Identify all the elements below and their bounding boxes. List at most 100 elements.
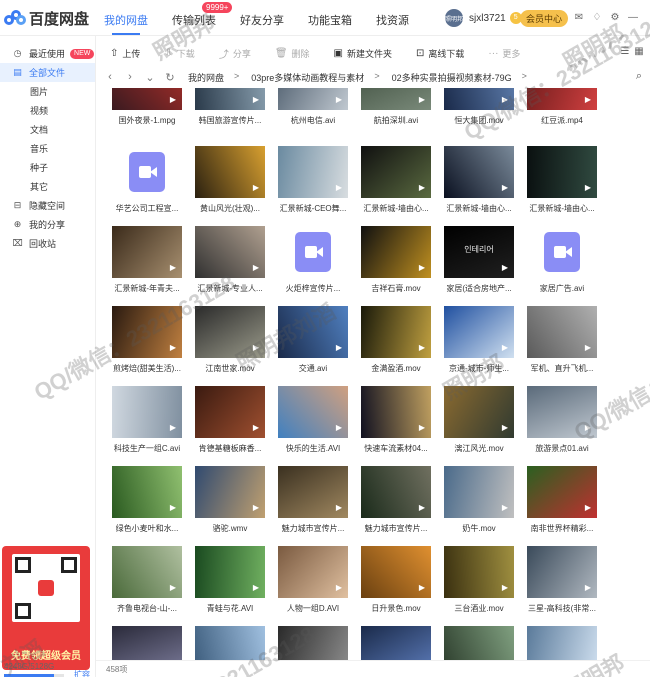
breadcrumb-item[interactable]: 02多种实景拍摄视频素材-79G (392, 71, 512, 84)
shirt-icon[interactable]: ♢ (590, 11, 604, 25)
play-icon: ▶ (418, 95, 426, 104)
file-item[interactable]: ▶ 国外夜景-1.mpg (112, 88, 182, 138)
sidebar-item-label: 种子 (30, 163, 49, 173)
nav-tab-1[interactable]: 传输列表 9999+ (172, 2, 233, 28)
sidebar-item-4[interactable]: 文档 (0, 120, 95, 139)
file-item[interactable]: ▶ 京通-城市-师生... (444, 306, 514, 386)
file-item[interactable]: ▶ 奶牛.mov (444, 466, 514, 546)
file-item[interactable]: ▶ 杭州电信.avi (278, 88, 348, 138)
file-item[interactable]: ▶ 交通.avi (278, 306, 348, 386)
file-item[interactable]: ▶ (112, 626, 182, 660)
upload-button[interactable]: ⇧ 上传 (110, 47, 140, 60)
sidebar-item-label: 其它 (30, 182, 49, 192)
file-item[interactable]: 家居广告.avi (527, 226, 597, 306)
file-item[interactable]: ▶ 江南世家.mov (195, 306, 265, 386)
grid-view-icon[interactable]: ▦ (632, 46, 646, 57)
promo-banner[interactable]: 免费领超级会员 (2, 546, 90, 670)
file-item[interactable]: ▶ 汇景新城-墙由心... (361, 146, 431, 226)
back-icon[interactable]: ‹ (104, 71, 116, 83)
sidebar-item-0[interactable]: ◷ 最近使用 NEW (0, 44, 95, 63)
file-item[interactable]: ▶ 军机、直升飞机... (527, 306, 597, 386)
share-button[interactable]: ⤴ 分享 (219, 46, 251, 61)
file-item[interactable]: ▶ 红豆派.mp4 (527, 88, 597, 138)
username[interactable]: sjxl3721 (469, 13, 506, 24)
sidebar-item-8[interactable]: ⊟ 隐藏空间 (0, 196, 95, 215)
sidebar-item-9[interactable]: ⊕ 我的分享 (0, 215, 95, 234)
play-icon: ▶ (169, 423, 177, 432)
download-button[interactable]: ⇩ 下载 (164, 47, 194, 60)
file-item[interactable]: ▶ 金满盈酒.mov (361, 306, 431, 386)
file-item[interactable]: 인테리어 ▶ 家居(适合房地产... (444, 226, 514, 306)
expand-storage-link[interactable]: 扩容 (74, 669, 90, 677)
file-item[interactable]: ▶ 快速车流素材04... (361, 386, 431, 466)
nav-tab-3[interactable]: 功能宝箱 (308, 12, 352, 28)
file-item[interactable]: ▶ 汇景新城-专业人... (195, 226, 265, 306)
sidebar-item-5[interactable]: 音乐 (0, 139, 95, 158)
file-item[interactable]: ▶ 航拍深圳.avi (361, 88, 431, 138)
sidebar-item-1[interactable]: ▤ 全部文件 (0, 63, 95, 82)
breadcrumb-item[interactable]: 03pre多媒体动画教程与素材 (251, 71, 364, 84)
search-icon[interactable]: ⌕ (636, 70, 642, 83)
user-info[interactable]: 照明邦 sjxl3721 5 (445, 9, 522, 27)
file-item[interactable]: ▶ (195, 626, 265, 660)
nav-tab-4[interactable]: 找资源 (376, 12, 409, 28)
file-item[interactable]: ▶ 骆驼.wmv (195, 466, 265, 546)
file-item[interactable]: ▶ 南非世界杯精彩... (527, 466, 597, 546)
sidebar-item-3[interactable]: 视频 (0, 101, 95, 120)
sidebar-item-10[interactable]: ⌧ 回收站 (0, 234, 95, 253)
file-item[interactable]: ▶ 恒大集团.mov (444, 88, 514, 138)
app-logo[interactable]: 百度网盘 (4, 8, 89, 29)
video-thumbnail: ▶ (444, 88, 514, 110)
sort-icon[interactable]: ☰ (618, 46, 632, 57)
file-item[interactable]: ▶ 煎烤焙(甜美生活)... (112, 306, 182, 386)
file-name: 恒大集团.mov (454, 116, 504, 125)
refresh-icon[interactable]: ↻ (164, 71, 176, 84)
file-item[interactable]: ▶ 旅游景点01.avi (527, 386, 597, 466)
sidebar-item-7[interactable]: 其它 (0, 177, 95, 196)
file-name: 人物一组D.AVI (286, 604, 340, 613)
file-item[interactable]: ▶ 三台酒业.mov (444, 546, 514, 626)
file-item[interactable]: ▶ 快乐的生活.AVI (278, 386, 348, 466)
file-item[interactable]: ▶ 绿色小麦叶和水... (112, 466, 182, 546)
file-item[interactable]: ▶ 韩国旅游宣传片... (195, 88, 265, 138)
file-item[interactable]: ▶ 三星-高科技(非常... (527, 546, 597, 626)
gear-icon[interactable]: ⚙ (608, 11, 622, 25)
minimize-icon[interactable]: — (626, 11, 640, 25)
file-item[interactable]: ▶ 魅力城市宣传片... (278, 466, 348, 546)
file-item[interactable]: ▶ 人物一组D.AVI (278, 546, 348, 626)
offline-download-button[interactable]: ⊡ 离线下载 (416, 47, 464, 60)
video-thumbnail: ▶ (112, 546, 182, 598)
file-item[interactable]: ▶ 青蛙与花.AVI (195, 546, 265, 626)
vip-center-button[interactable]: 会员中心 (520, 10, 569, 27)
file-item[interactable]: ▶ 魅力城市宣传片... (361, 466, 431, 546)
file-item[interactable]: ▶ 黄山风光(壮观)... (195, 146, 265, 226)
mail-icon[interactable]: ✉ (572, 11, 586, 25)
nav-tab-2[interactable]: 好友分享 (240, 12, 284, 28)
sidebar-item-2[interactable]: 图片 (0, 82, 95, 101)
chevron-down-icon[interactable]: ⌄ (144, 71, 156, 84)
breadcrumb-item[interactable]: 我的网盘 (188, 71, 224, 84)
file-item[interactable]: 华艺公司工程宣... (112, 146, 182, 226)
avatar[interactable]: 照明邦 (445, 9, 463, 27)
file-item[interactable]: ▶ 漓江风光.mov (444, 386, 514, 466)
file-item[interactable]: ▶ 汇景新城-墙由心... (444, 146, 514, 226)
file-item[interactable]: ▶ 日升景色.mov (361, 546, 431, 626)
file-item[interactable]: 火炬梓宣传片... (278, 226, 348, 306)
file-item[interactable]: ▶ 汇景新城-CEO舞... (278, 146, 348, 226)
file-item[interactable]: ▶ 汇景新城-年青夫... (112, 226, 182, 306)
file-item[interactable]: ▶ (444, 626, 514, 660)
sidebar-item-6[interactable]: 种子 (0, 158, 95, 177)
file-item[interactable]: ▶ 汇景新城-墙由心... (527, 146, 597, 226)
file-item[interactable]: ▶ 齐鲁电视台-山-... (112, 546, 182, 626)
delete-button[interactable]: 🗑 删除 (275, 47, 310, 60)
file-item[interactable]: ▶ (361, 626, 431, 660)
file-item[interactable]: ▶ (527, 626, 597, 660)
file-item[interactable]: ▶ 肯德基糖板麻香... (195, 386, 265, 466)
file-item[interactable]: ▶ 吉祥石膏.mov (361, 226, 431, 306)
forward-icon[interactable]: › (124, 71, 136, 83)
more-button[interactable]: ··· 更多 (488, 47, 520, 60)
file-item[interactable]: ▶ (278, 626, 348, 660)
new-folder-button[interactable]: ▣ 新建文件夹 (334, 47, 392, 60)
file-item[interactable]: ▶ 科技生产一组C.avi (112, 386, 182, 466)
nav-tab-0[interactable]: 我的网盘 (104, 12, 148, 35)
